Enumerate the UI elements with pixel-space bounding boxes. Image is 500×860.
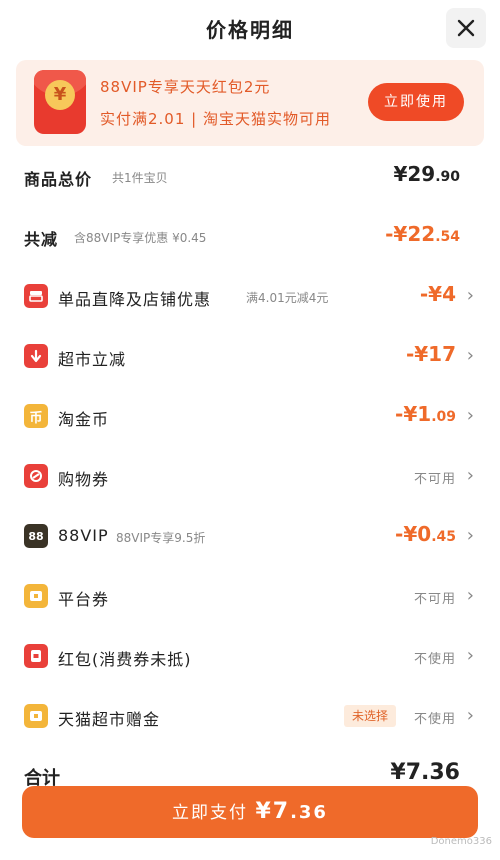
- chevron-right-icon: ›: [466, 405, 474, 426]
- gift-gold-icon: [24, 704, 48, 728]
- goods-total-sub: 共1件宝贝: [112, 171, 168, 185]
- discount-label: 88VIP: [58, 526, 109, 545]
- discount-row-supermarket[interactable]: 超市立减 -¥17 ›: [0, 336, 500, 376]
- watermark: Donemo336: [430, 836, 492, 847]
- promo-line-2: 实付满2.01 | 淘宝天猫实物可用: [100, 110, 331, 128]
- promo-line-1: 88VIP专享天天红包2元: [100, 78, 271, 96]
- discount-status: 不使用: [413, 652, 456, 667]
- discount-row-tmall-gift[interactable]: 天猫超市赠金 未选择 不使用 ›: [0, 696, 500, 736]
- yuan-coin: ¥: [45, 80, 75, 110]
- discount-sub: 满4.01元减4元: [246, 291, 329, 305]
- total-discount-value: -¥22.54: [385, 222, 460, 246]
- close-icon[interactable]: [456, 18, 476, 38]
- total-discount-row: 共减 含88VIP专享优惠 ¥0.45 -¥22.54: [0, 216, 500, 256]
- discount-label: 购物券: [58, 470, 110, 489]
- chevron-right-icon: ›: [466, 345, 474, 366]
- discount-row-taojinbi[interactable]: 币 淘金币 -¥1.09 ›: [0, 396, 500, 436]
- red-envelope-icon: [24, 644, 48, 668]
- discount-label: 红包(消费券未抵): [58, 650, 192, 669]
- coupon-icon: [24, 464, 48, 488]
- chevron-right-icon: ›: [466, 645, 474, 666]
- discount-row-red-packet[interactable]: 红包(消费券未抵) 不使用 ›: [0, 636, 500, 676]
- close-button[interactable]: [446, 8, 486, 48]
- discount-sub: 88VIP专享9.5折: [116, 531, 206, 545]
- chevron-right-icon: ›: [466, 525, 474, 546]
- arrow-down-icon: [24, 344, 48, 368]
- goods-total-value: ¥29.90: [393, 162, 460, 186]
- total-discount-sub: 含88VIP专享优惠 ¥0.45: [74, 231, 207, 245]
- red-packet-icon: ¥: [34, 70, 86, 134]
- pay-amount: ¥7.36: [255, 799, 328, 824]
- discount-label: 淘金币: [58, 410, 110, 429]
- page-title: 价格明细: [206, 18, 294, 42]
- vip-88-icon: 88: [24, 524, 48, 548]
- discount-row-platform-coupon[interactable]: 平台券 不可用 ›: [0, 576, 500, 616]
- goods-total-label: 商品总价: [24, 170, 93, 189]
- chevron-right-icon: ›: [466, 705, 474, 726]
- discount-row-shop[interactable]: 单品直降及店铺优惠 满4.01元减4元 -¥4 ›: [0, 276, 500, 316]
- discount-label: 天猫超市赠金: [58, 710, 161, 729]
- not-selected-tag: 未选择: [343, 705, 396, 727]
- pay-now-button[interactable]: 立即支付 ¥7.36: [22, 786, 478, 838]
- discount-label: 单品直降及店铺优惠: [58, 290, 212, 309]
- discount-status: 不使用: [413, 712, 456, 727]
- header: 价格明细: [0, 0, 500, 56]
- platform-coupon-icon: [24, 584, 48, 608]
- discount-label: 超市立减: [58, 350, 127, 369]
- discount-row-shopping-coupon[interactable]: 购物券 不可用 ›: [0, 456, 500, 496]
- promo-banner: ¥ 88VIP专享天天红包2元 实付满2.01 | 淘宝天猫实物可用 立即使用: [16, 60, 484, 146]
- discount-row-88vip[interactable]: 88 88VIP 88VIP专享9.5折 -¥0.45 ›: [0, 516, 500, 556]
- shop-discount-icon: [24, 284, 48, 308]
- chevron-right-icon: ›: [466, 285, 474, 306]
- discount-value: -¥0.45: [395, 522, 456, 546]
- use-now-button[interactable]: 立即使用: [368, 83, 464, 121]
- discount-status: 不可用: [413, 592, 456, 607]
- discount-value: -¥17: [405, 342, 456, 366]
- chevron-right-icon: ›: [466, 465, 474, 486]
- total-value: ¥7.36: [390, 760, 460, 785]
- discount-value: -¥4: [419, 282, 456, 306]
- discount-label: 平台券: [58, 590, 110, 609]
- chevron-right-icon: ›: [466, 585, 474, 606]
- coin-icon: 币: [24, 404, 48, 428]
- discount-value: -¥1.09: [395, 402, 456, 426]
- discount-status: 不可用: [413, 472, 456, 487]
- total-discount-label: 共减: [24, 230, 59, 249]
- goods-total-row: 商品总价 共1件宝贝 ¥29.90: [0, 156, 500, 196]
- pay-label: 立即支付: [172, 803, 249, 823]
